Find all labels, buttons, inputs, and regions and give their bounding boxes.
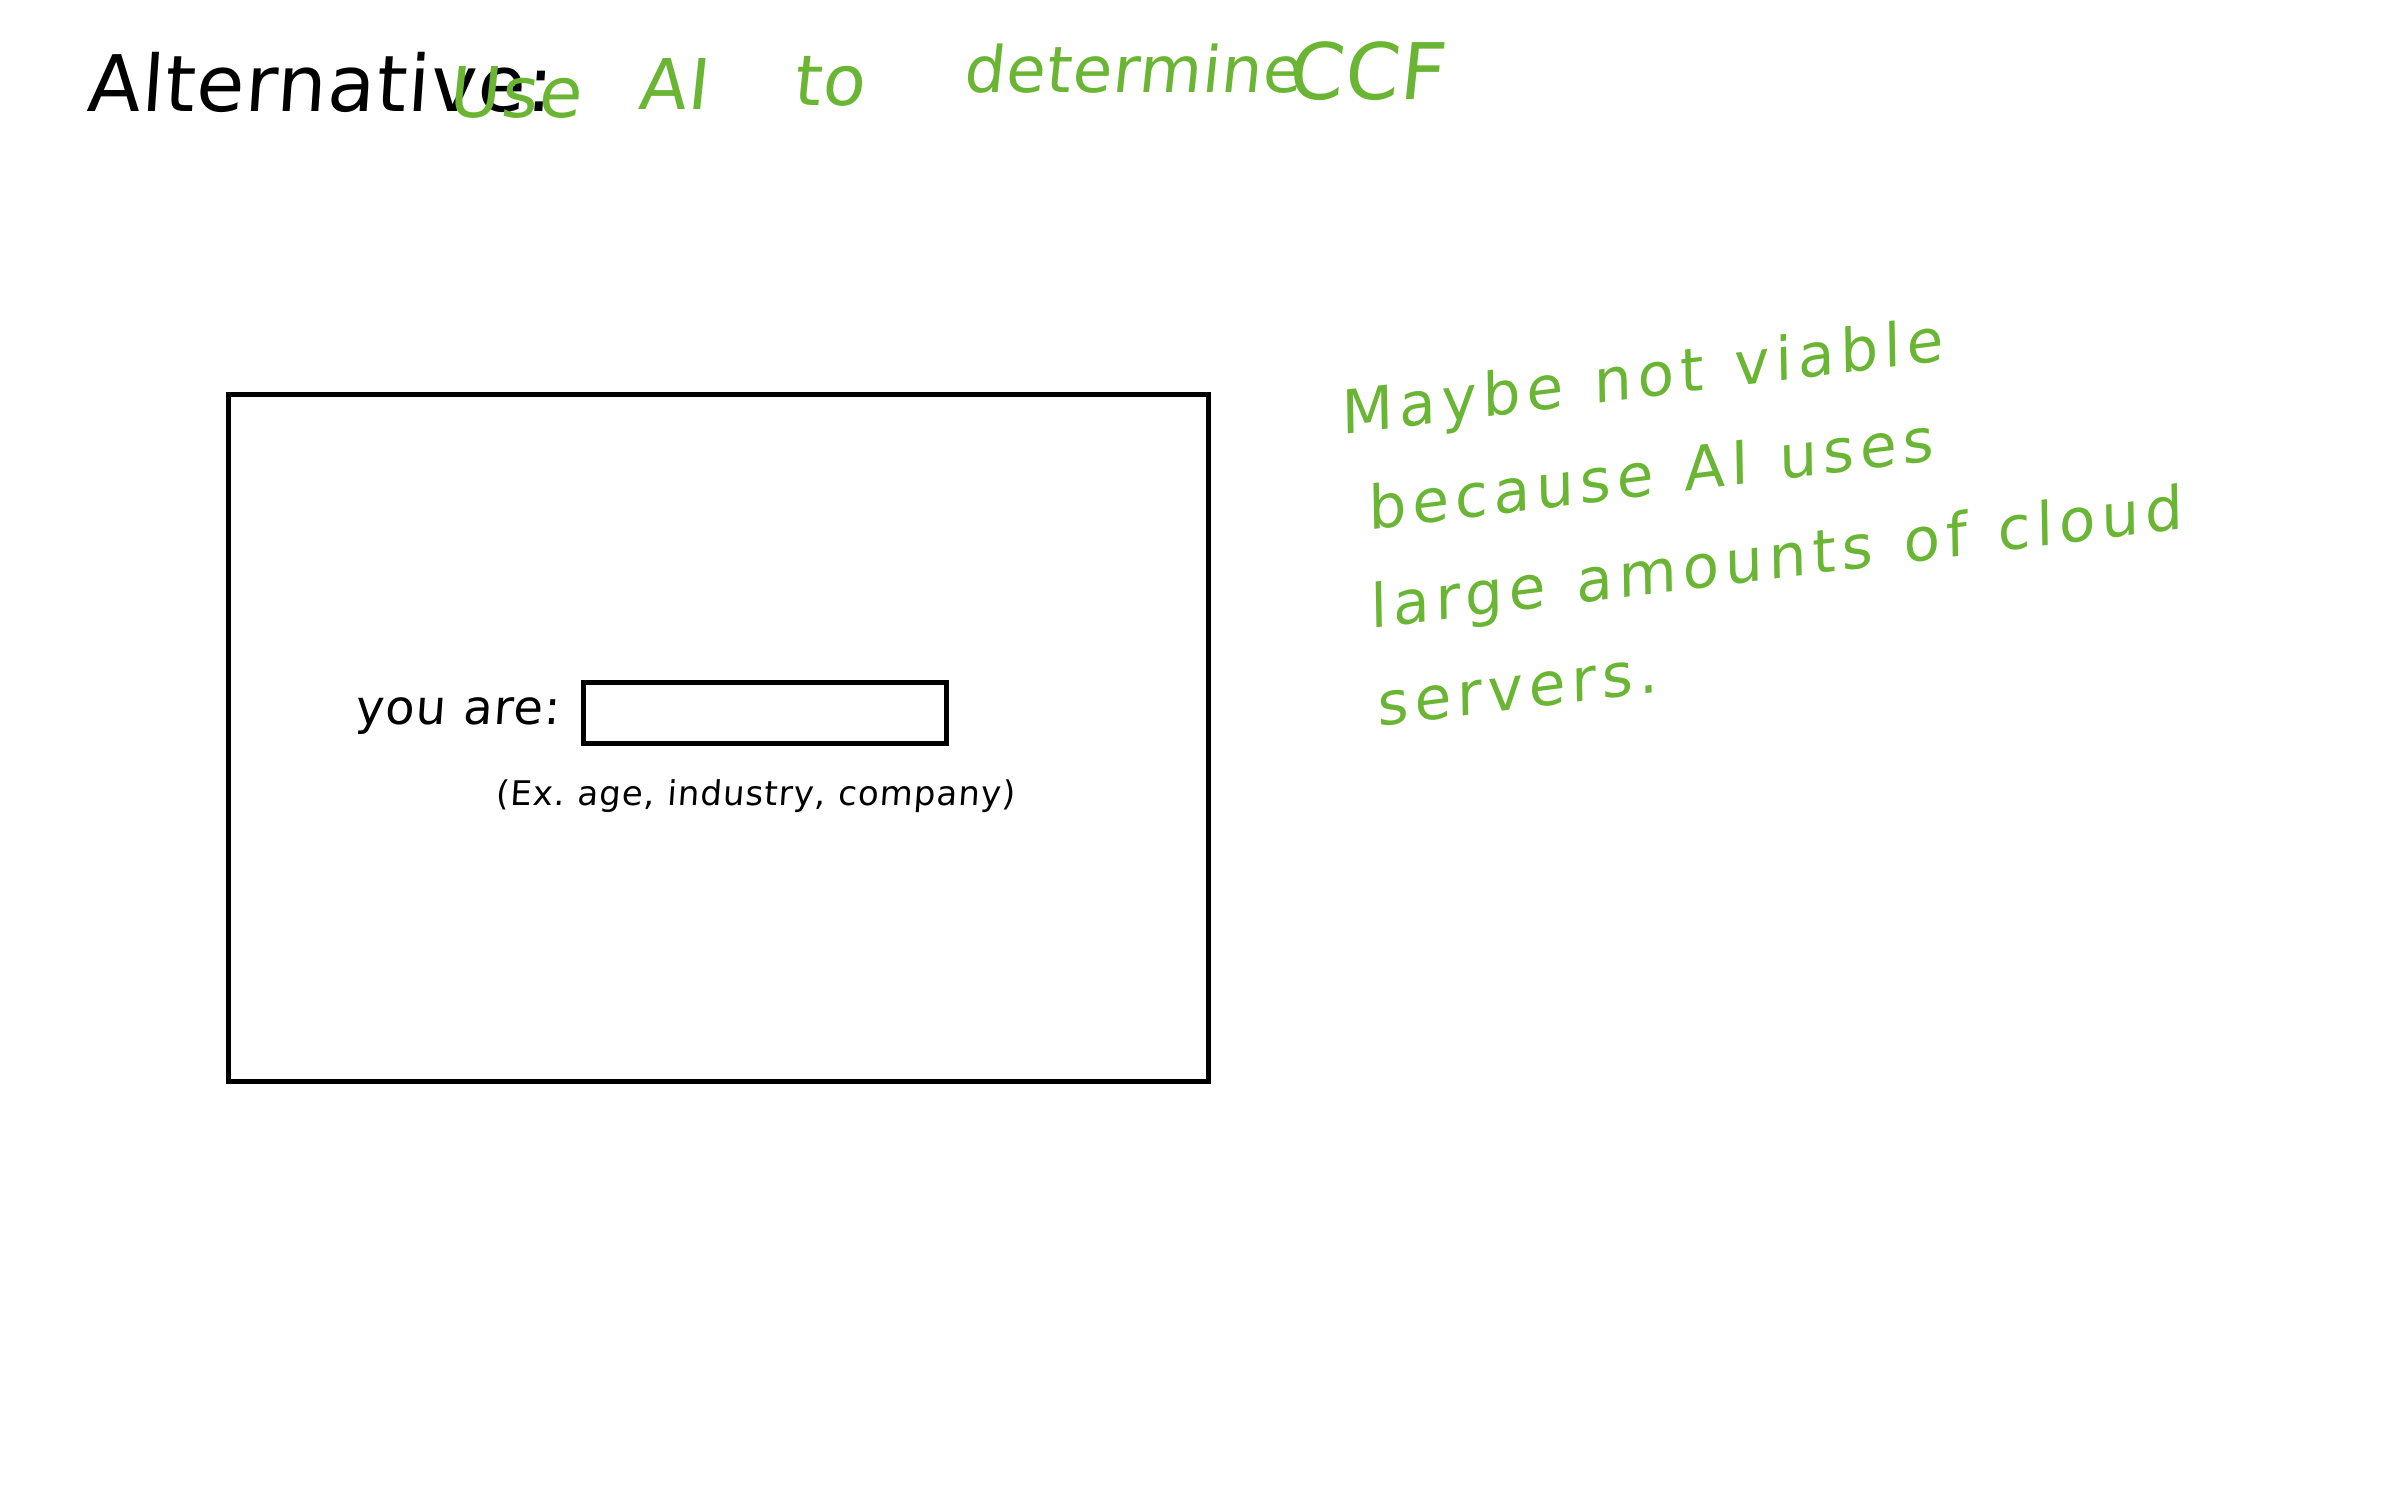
side-note: Maybe not viable because AI uses large a… xyxy=(1330,272,2189,777)
header-word-to: to xyxy=(790,40,872,122)
header-word-ccf: CCF xyxy=(1285,28,1452,118)
header-word-use: Use xyxy=(445,52,589,134)
header-word-ai: AI xyxy=(635,44,715,126)
input-hint: (Ex. age, industry, company) xyxy=(494,774,1018,814)
header-word-determine: determine xyxy=(961,34,1308,108)
field-label: you are: xyxy=(354,680,564,736)
description-input[interactable] xyxy=(581,680,949,746)
note-line: servers. xyxy=(1376,635,1665,741)
